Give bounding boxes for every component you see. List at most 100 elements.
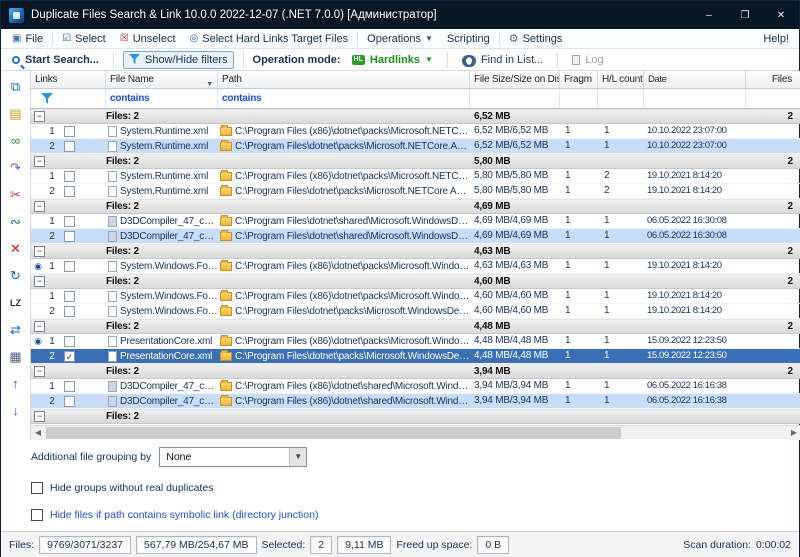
filter-date-cell[interactable] — [644, 89, 746, 108]
find-in-list-button[interactable]: Find in List... — [457, 52, 548, 68]
menu-file[interactable]: ▣ File — [5, 31, 50, 47]
collapse-group-button[interactable]: − — [34, 246, 45, 257]
row-select-checkbox[interactable]: ✓ — [64, 351, 75, 362]
file-hl-count: 1 — [598, 379, 644, 393]
row-select-checkbox[interactable] — [64, 231, 75, 242]
swap-files-icon[interactable]: ⇄ — [5, 320, 27, 340]
group-header-row[interactable]: −Files: 24,60 MB2 — [31, 274, 800, 289]
selected-stat-label: Selected: — [262, 539, 306, 551]
row-select-checkbox[interactable] — [64, 141, 75, 152]
close-button[interactable]: ✕ — [763, 1, 799, 29]
scroll-left-icon[interactable]: ◀ — [31, 426, 45, 440]
column-header-file-name[interactable]: File Name▼ — [106, 71, 218, 88]
collapse-group-button[interactable]: − — [34, 411, 45, 422]
file-row[interactable]: 1System.Runtime.xmlC:\Program Files (x86… — [31, 169, 800, 184]
move-down-icon[interactable]: ↓ — [5, 401, 27, 421]
file-row[interactable]: 2System.Runtime.xmlC:\Program Files\dotn… — [31, 139, 800, 154]
start-search-button[interactable]: Start Search... — [7, 52, 104, 68]
file-row[interactable]: 2✓PresentationCore.xmlC:\Program Files\d… — [31, 349, 800, 364]
column-header-date[interactable]: Date — [644, 71, 746, 88]
column-header-files[interactable]: Files — [746, 71, 800, 88]
row-select-checkbox[interactable] — [64, 291, 75, 302]
cut-links-icon[interactable]: ✂ — [5, 185, 27, 205]
row-select-checkbox[interactable] — [64, 306, 75, 317]
row-select-checkbox[interactable] — [64, 171, 75, 182]
menu-help[interactable]: Help! — [753, 31, 799, 47]
collapse-group-button[interactable]: − — [34, 201, 45, 212]
group-header-row[interactable]: −Files: 25,80 MB2 — [31, 154, 800, 169]
collapse-group-button[interactable]: − — [34, 321, 45, 332]
menu-scripting[interactable]: Scripting — [440, 31, 497, 47]
copy-files-icon[interactable]: ⧉ — [5, 77, 27, 97]
chain-link-icon[interactable]: ∾ — [5, 212, 27, 232]
row-select-checkbox[interactable] — [64, 186, 75, 197]
row-select-checkbox[interactable] — [64, 126, 75, 137]
minimize-button[interactable]: – — [691, 1, 727, 29]
file-row[interactable]: 1System.Runtime.xmlC:\Program Files (x86… — [31, 124, 800, 139]
file-row[interactable]: 2System.Windows.Forms.xmlC:\Program File… — [31, 304, 800, 319]
delete-files-icon[interactable]: ✕ — [5, 239, 27, 259]
collapse-group-button[interactable]: − — [34, 276, 45, 287]
column-header-links[interactable]: Links — [31, 71, 106, 88]
scroll-right-icon[interactable]: ▶ — [787, 426, 800, 440]
row-number: 2 — [45, 186, 59, 197]
row-select-checkbox[interactable] — [64, 396, 75, 407]
file-row[interactable]: 1System.Windows.Forms.xmlC:\Program File… — [31, 289, 800, 304]
file-row[interactable]: ◉1PresentationCore.xmlC:\Program Files (… — [31, 334, 800, 349]
filter-hl-cell[interactable] — [598, 89, 644, 108]
row-select-checkbox[interactable] — [64, 216, 75, 227]
checksum-icon[interactable]: ▦ — [5, 347, 27, 367]
row-select-checkbox[interactable] — [64, 336, 75, 347]
operation-mode-select[interactable]: HL Hardlinks ▼ — [347, 52, 438, 68]
group-header-row[interactable]: −Files: 24,48 MB2 — [31, 319, 800, 334]
filter-files-cell[interactable] — [746, 89, 800, 108]
show-hide-filters-label: Show/Hide filters — [145, 54, 228, 66]
row-select-checkbox[interactable] — [64, 381, 75, 392]
file-row[interactable]: 1D3DCompiler_47_cor3.dllC:\Program Files… — [31, 379, 800, 394]
menu-unselect[interactable]: ☒ Unselect — [113, 31, 183, 47]
filter-path[interactable]: contains — [218, 89, 470, 108]
group-header-row[interactable]: −Files: 24,69 MB2 — [31, 199, 800, 214]
maximize-button[interactable]: ❐ — [727, 1, 763, 29]
group-files-label: Files: 2 — [106, 275, 218, 288]
file-hl-count: 2 — [598, 184, 644, 198]
filter-size-cell[interactable] — [470, 89, 560, 108]
lz-compress-icon[interactable]: LZ — [5, 293, 27, 313]
collapse-group-button[interactable]: − — [34, 111, 45, 122]
column-header-fragm[interactable]: Fragm — [560, 71, 598, 88]
filter-file-name[interactable]: contains — [106, 89, 218, 108]
row-select-checkbox[interactable] — [64, 261, 75, 272]
file-row[interactable]: ◉1System.Windows.Forms.xmlC:\Program Fil… — [31, 259, 800, 274]
menu-select[interactable]: ☑ Select — [55, 31, 113, 47]
menu-operations[interactable]: Operations ▼ — [360, 31, 440, 47]
file-row[interactable]: 2D3DCompiler_47_cor3.dllC:\Program Files… — [31, 394, 800, 409]
show-hide-filters-button[interactable]: Show/Hide filters — [123, 51, 234, 69]
scrollbar-thumb[interactable] — [46, 427, 621, 439]
grouping-select[interactable]: None ▼ — [159, 447, 307, 467]
filter-fragm-cell[interactable] — [560, 89, 598, 108]
column-header-path[interactable]: Path — [218, 71, 470, 88]
hide-groups-checkbox[interactable] — [31, 482, 43, 494]
group-header-row[interactable]: −Files: 2 — [31, 409, 800, 424]
collapse-group-button[interactable]: − — [34, 156, 45, 167]
create-symlinks-icon[interactable]: ↷ — [5, 158, 27, 178]
move-up-icon[interactable]: ↑ — [5, 374, 27, 394]
create-hardlinks-icon[interactable]: ∞ — [5, 131, 27, 151]
open-folder-icon[interactable]: ▤ — [5, 104, 27, 124]
file-row[interactable]: 2D3DCompiler_47_cor3.dllC:\Program Files… — [31, 229, 800, 244]
group-header-row[interactable]: −Files: 23,94 MB2 — [31, 364, 800, 379]
group-files-label: Files: 2 — [106, 365, 218, 378]
file-row[interactable]: 2System.Runtime.xmlC:\Program Files\dotn… — [31, 184, 800, 199]
recycle-icon[interactable]: ↻ — [5, 266, 27, 286]
hide-symlink-paths-checkbox[interactable] — [31, 509, 43, 521]
menu-select-hardlink-targets[interactable]: ◎ Select Hard Links Target Files — [183, 31, 356, 47]
collapse-group-button[interactable]: − — [34, 366, 45, 377]
column-header-hl-count[interactable]: H/L count — [598, 71, 644, 88]
group-header-row[interactable]: −Files: 24,63 MB2 — [31, 244, 800, 259]
log-button[interactable]: Log — [567, 52, 608, 68]
column-header-size[interactable]: File Size/Size on Disk — [470, 71, 560, 88]
group-header-row[interactable]: −Files: 26,52 MB2 — [31, 109, 800, 124]
horizontal-scrollbar[interactable]: ◀ ▶ — [31, 425, 800, 439]
menu-settings[interactable]: ⚙ Settings — [502, 31, 570, 47]
file-row[interactable]: 1D3DCompiler_47_cor3.dllC:\Program Files… — [31, 214, 800, 229]
